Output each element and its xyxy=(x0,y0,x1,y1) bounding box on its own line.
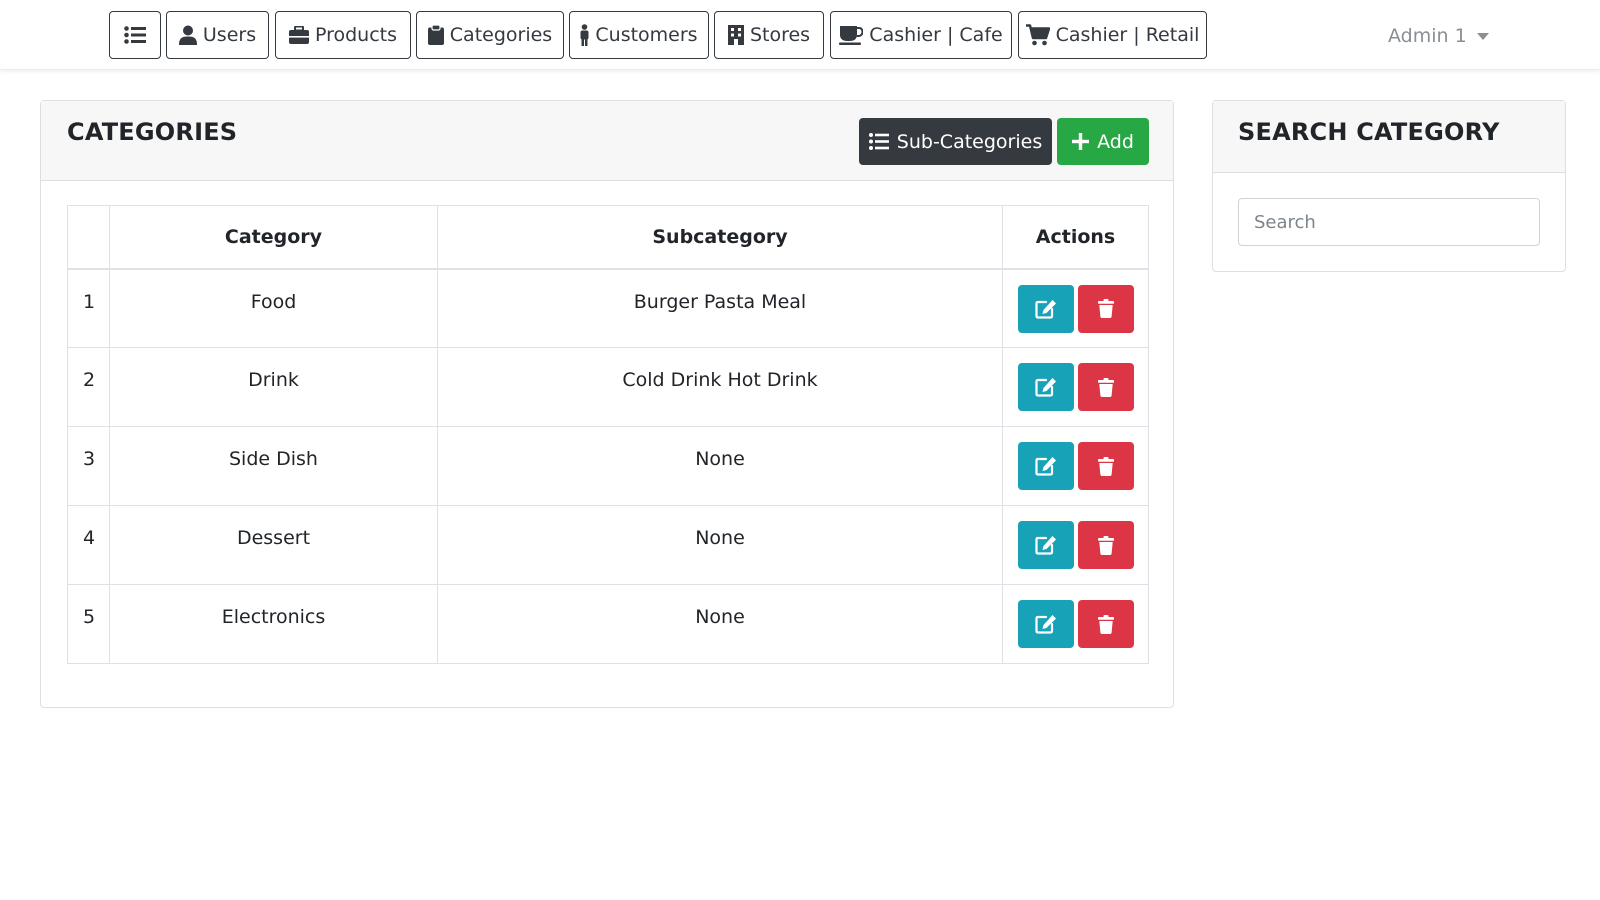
trash-icon xyxy=(1097,535,1114,555)
nav-cashier-cafe-button[interactable]: Cashier | Cafe xyxy=(830,11,1012,59)
column-header-number xyxy=(67,205,110,270)
nav-customers-button[interactable]: Customers xyxy=(569,11,709,59)
row-number: 1 xyxy=(67,268,110,348)
row-subcategory: Cold Drink Hot Drink xyxy=(437,347,1003,427)
table-row: 5 Electronics None xyxy=(67,584,1149,664)
row-number: 5 xyxy=(67,584,110,664)
row-number: 2 xyxy=(67,347,110,427)
nav-cashier-retail-button[interactable]: Cashier | Retail xyxy=(1018,11,1207,59)
column-header-category: Category xyxy=(109,205,438,270)
nav-products-button[interactable]: Products xyxy=(275,11,411,59)
row-subcategory: None xyxy=(437,505,1003,585)
menu-toggle-button[interactable] xyxy=(109,11,161,59)
nav-cashier-retail-label: Cashier | Retail xyxy=(1055,24,1200,46)
trash-icon xyxy=(1097,614,1114,634)
row-category: Side Dish xyxy=(109,426,438,506)
row-number: 3 xyxy=(67,426,110,506)
nav-categories-button[interactable]: Categories xyxy=(416,11,564,59)
row-category: Drink xyxy=(109,347,438,427)
delete-button[interactable] xyxy=(1077,521,1134,569)
person-icon xyxy=(580,24,589,46)
row-subcategory: None xyxy=(437,584,1003,664)
categories-card: CATEGORIES Sub-Categories Add Category S… xyxy=(40,100,1174,708)
list-icon xyxy=(868,133,889,150)
trash-icon xyxy=(1097,377,1114,397)
row-category: Food xyxy=(109,268,438,348)
edit-button[interactable] xyxy=(1017,600,1074,648)
add-category-button[interactable]: Add xyxy=(1057,118,1149,165)
chevron-down-icon xyxy=(1476,32,1489,40)
edit-button[interactable] xyxy=(1017,521,1074,569)
row-actions xyxy=(1002,347,1149,427)
top-navbar: Users Products Categories Customers Stor… xyxy=(0,0,1600,70)
nav-products-label: Products xyxy=(314,24,398,46)
nav-users-button[interactable]: Users xyxy=(166,11,269,59)
plus-icon xyxy=(1072,133,1090,150)
nav-stores-button[interactable]: Stores xyxy=(714,11,824,59)
table-row: 3 Side Dish None xyxy=(67,426,1149,506)
edit-icon xyxy=(1034,457,1056,476)
edit-icon xyxy=(1034,615,1056,634)
cart-icon xyxy=(1025,24,1050,46)
row-actions xyxy=(1002,584,1149,664)
row-actions xyxy=(1002,426,1149,506)
search-category-card: SEARCH CATEGORY xyxy=(1212,100,1566,272)
row-subcategory: None xyxy=(437,426,1003,506)
table-header-row: Category Subcategory Actions xyxy=(67,205,1149,270)
delete-button[interactable] xyxy=(1077,600,1134,648)
delete-button[interactable] xyxy=(1077,363,1134,411)
categories-table-body: 1 Food Burger Pasta Meal 2 Drink Cold Dr… xyxy=(67,268,1149,664)
nav-categories-label: Categories xyxy=(449,24,553,46)
trash-icon xyxy=(1097,456,1114,476)
row-category: Electronics xyxy=(109,584,438,664)
nav-cashier-cafe-label: Cashier | Cafe xyxy=(869,24,1003,46)
coffee-icon xyxy=(839,26,864,45)
briefcase-icon xyxy=(288,26,309,44)
table-row: 4 Dessert None xyxy=(67,505,1149,585)
row-number: 4 xyxy=(67,505,110,585)
edit-icon xyxy=(1034,299,1056,319)
row-subcategory: Burger Pasta Meal xyxy=(437,268,1003,348)
delete-button[interactable] xyxy=(1077,442,1134,490)
user-dropdown[interactable]: Admin 1 xyxy=(1388,22,1489,50)
nav-users-label: Users xyxy=(202,24,257,46)
trash-icon xyxy=(1097,299,1114,318)
column-header-subcategory: Subcategory xyxy=(437,205,1003,270)
sub-categories-label: Sub-Categories xyxy=(896,130,1043,153)
row-category: Dessert xyxy=(109,505,438,585)
edit-button[interactable] xyxy=(1017,442,1074,490)
nav-customers-label: Customers xyxy=(595,24,698,46)
search-card-title: SEARCH CATEGORY xyxy=(1238,118,1500,146)
categories-card-header: CATEGORIES Sub-Categories Add xyxy=(41,101,1173,181)
user-icon xyxy=(178,25,197,45)
add-category-label: Add xyxy=(1097,130,1134,153)
edit-button[interactable] xyxy=(1017,284,1074,333)
user-dropdown-label: Admin 1 xyxy=(1388,25,1467,47)
building-icon xyxy=(727,25,744,45)
delete-button[interactable] xyxy=(1077,284,1134,333)
edit-button[interactable] xyxy=(1017,363,1074,411)
categories-table: Category Subcategory Actions 1 Food Burg… xyxy=(67,205,1149,664)
edit-icon xyxy=(1034,536,1056,555)
nav-stores-label: Stores xyxy=(749,24,811,46)
row-actions xyxy=(1002,268,1149,348)
sub-categories-button[interactable]: Sub-Categories xyxy=(859,118,1052,165)
list-icon xyxy=(124,26,146,44)
search-input[interactable] xyxy=(1238,198,1540,246)
table-row: 1 Food Burger Pasta Meal xyxy=(67,268,1149,348)
table-row: 2 Drink Cold Drink Hot Drink xyxy=(67,347,1149,427)
search-card-header: SEARCH CATEGORY xyxy=(1213,101,1565,173)
clipboard-icon xyxy=(427,25,444,45)
page-title: CATEGORIES xyxy=(67,118,238,146)
column-header-actions: Actions xyxy=(1002,205,1149,270)
edit-icon xyxy=(1034,378,1056,397)
row-actions xyxy=(1002,505,1149,585)
